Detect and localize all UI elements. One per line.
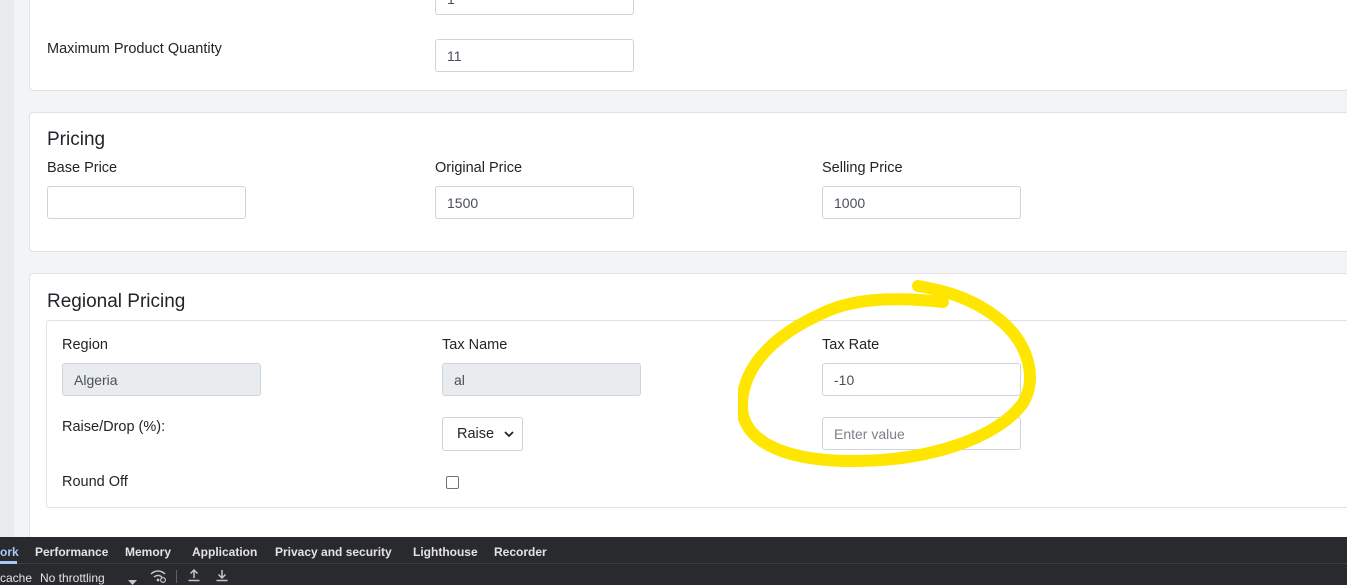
raise-drop-selected-value: Raise <box>457 426 495 442</box>
tax-rate-input[interactable] <box>822 363 1021 396</box>
devtools-tab-application[interactable]: Application <box>192 545 257 559</box>
tax-rate-label: Tax Rate <box>822 337 880 353</box>
toolbar-separator <box>176 570 177 583</box>
caret-down-icon[interactable] <box>128 573 137 585</box>
min-quantity-input[interactable] <box>435 0 634 15</box>
regional-pricing-title: Regional Pricing <box>47 291 186 312</box>
pricing-title: Pricing <box>47 129 106 150</box>
tax-name-label: Tax Name <box>442 337 508 353</box>
throttling-select[interactable]: No throttling <box>40 571 105 585</box>
region-row-box <box>46 320 1347 508</box>
import-har-icon[interactable] <box>187 568 201 585</box>
max-quantity-label: Maximum Product Quantity <box>47 41 222 57</box>
max-quantity-input[interactable] <box>435 39 634 72</box>
devtools-tab-lighthouse[interactable]: Lighthouse <box>413 545 478 559</box>
devtools-tab-bar: ork Performance Memory Application Priva… <box>0 537 1347 564</box>
chevron-down-icon <box>503 427 515 445</box>
value-input[interactable] <box>822 417 1021 450</box>
round-off-checkbox[interactable] <box>446 476 459 489</box>
region-label: Region <box>62 337 108 353</box>
region-input <box>62 363 261 396</box>
devtools-tab-network[interactable]: ork <box>0 545 19 559</box>
original-price-input[interactable] <box>435 186 634 219</box>
round-off-label: Round Off <box>62 474 128 490</box>
devtools-tab-recorder[interactable]: Recorder <box>494 545 547 559</box>
tax-name-input <box>442 363 641 396</box>
selling-price-label: Selling Price <box>822 160 903 176</box>
active-tab-underline <box>0 561 17 564</box>
selling-price-input[interactable] <box>822 186 1021 219</box>
base-price-input[interactable] <box>47 186 246 219</box>
original-price-label: Original Price <box>435 160 523 176</box>
product-limits-card <box>29 0 1347 91</box>
devtools-panel: ork Performance Memory Application Priva… <box>0 537 1347 585</box>
devtools-toolbar: cache No throttling <box>0 565 1347 585</box>
devtools-tab-memory[interactable]: Memory <box>125 545 171 559</box>
devtools-tab-performance[interactable]: Performance <box>35 545 108 559</box>
disable-cache-label[interactable]: cache <box>0 571 32 585</box>
raise-drop-label: Raise/Drop (%): <box>62 419 166 435</box>
left-rail <box>0 0 14 537</box>
raise-drop-select[interactable]: Raise <box>442 417 523 451</box>
export-har-icon[interactable] <box>215 568 229 585</box>
network-conditions-icon[interactable] <box>149 569 167 585</box>
pricing-card <box>29 112 1347 252</box>
base-price-label: Base Price <box>47 160 118 176</box>
devtools-tab-privacy-security[interactable]: Privacy and security <box>275 545 392 559</box>
